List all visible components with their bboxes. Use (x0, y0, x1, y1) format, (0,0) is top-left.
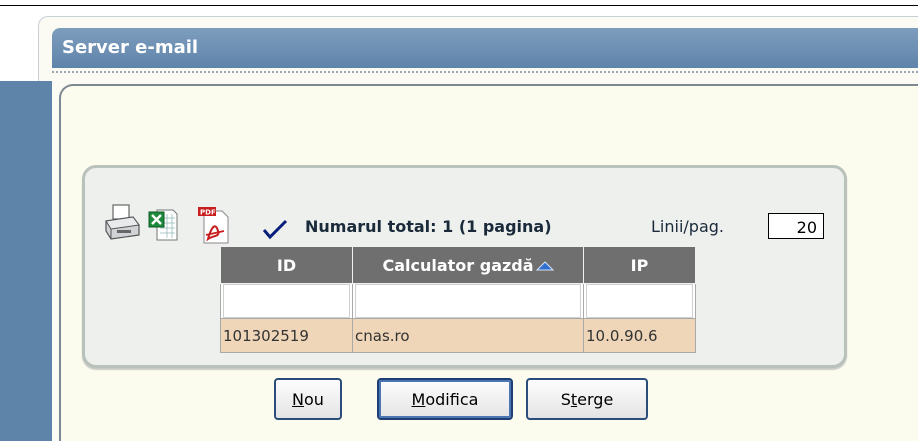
column-header-id[interactable]: ID (220, 246, 353, 284)
filter-cell-id[interactable] (220, 283, 353, 319)
table-row[interactable]: 101302519 cnas.ro 10.0.90.6 (220, 318, 696, 353)
table-cell-calculator-gazda[interactable]: cnas.ro (352, 318, 584, 353)
new-button[interactable]: Nou (274, 378, 342, 420)
pdf-icon[interactable]: PDF (196, 205, 232, 245)
column-header-calculator-gazda[interactable]: Calculator gazdă (352, 246, 584, 284)
lines-per-page-input[interactable] (768, 213, 824, 239)
delete-button[interactable]: Sterge (526, 378, 648, 420)
filter-input-id[interactable] (223, 284, 350, 318)
filter-cell-ip[interactable] (583, 283, 696, 319)
column-header-label: Calculator gazdă (382, 255, 534, 275)
button-label-rest: erge (577, 389, 614, 409)
column-header-ip[interactable]: IP (583, 246, 696, 284)
check-icon[interactable] (262, 218, 288, 240)
button-label-rest: odifica (425, 389, 479, 409)
button-label-rest: ou (304, 389, 324, 409)
column-header-label: IP (630, 255, 649, 275)
title-divider (52, 71, 918, 73)
filter-input-calculator-gazda[interactable] (355, 284, 581, 318)
modify-button[interactable]: Modifica (377, 378, 513, 420)
table-cell-id[interactable]: 101302519 (220, 318, 353, 353)
excel-icon[interactable] (147, 206, 179, 242)
access-key: N (292, 389, 305, 409)
table-cell-ip[interactable]: 10.0.90.6 (583, 318, 696, 353)
lines-per-page-label: Linii/pag. (651, 217, 724, 236)
table-header-row: ID Calculator gazdă IP (220, 246, 696, 284)
svg-text:PDF: PDF (200, 209, 216, 217)
sort-ascending-icon (535, 261, 554, 271)
access-key: M (411, 389, 426, 409)
page-title: Server e-mail (52, 28, 918, 68)
total-count-label: Numarul total: 1 (1 pagina) (305, 217, 552, 236)
button-label-prefix: S (560, 389, 571, 409)
top-rule (0, 5, 918, 6)
printer-icon[interactable] (103, 203, 141, 243)
filter-row (220, 283, 696, 319)
left-sidebar-strip (0, 81, 52, 441)
filter-cell-calculator-gazda[interactable] (352, 283, 584, 319)
servers-table: ID Calculator gazdă IP 101302519 cnas.ro… (220, 246, 696, 353)
filter-input-ip[interactable] (586, 284, 693, 318)
column-header-label: ID (276, 255, 297, 275)
